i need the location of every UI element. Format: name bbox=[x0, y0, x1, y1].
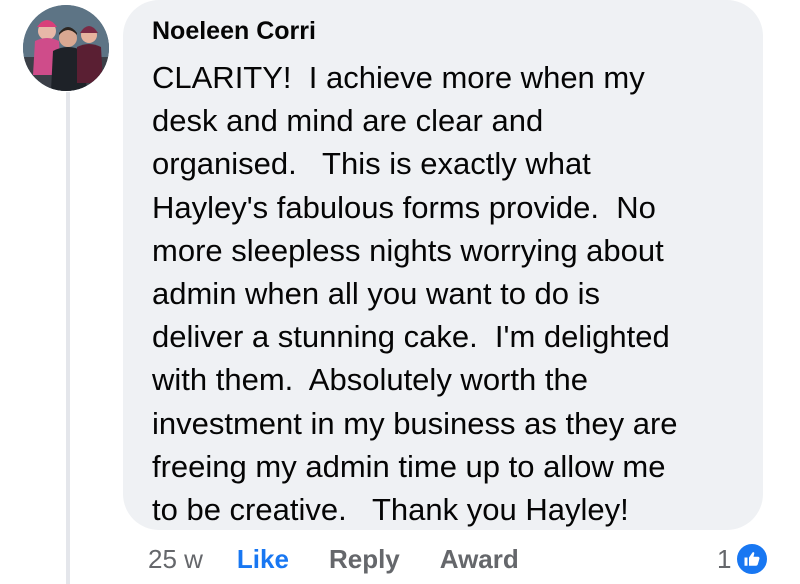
comment-line: CLARITY! I achieve more when my bbox=[152, 60, 645, 95]
thumbs-up-glyph bbox=[744, 552, 760, 566]
comment-line: investment in my business as they are bbox=[152, 405, 678, 441]
comment-line: organised. This is exactly what bbox=[152, 146, 591, 182]
reply-button[interactable]: Reply bbox=[329, 544, 400, 575]
comment-line: more sleepless nights worrying about bbox=[152, 232, 664, 268]
comment-line: deliver a stunning cake. I'm delighted bbox=[152, 319, 670, 355]
comment-text: CLARITY! I achieve more when my desk and… bbox=[152, 56, 752, 531]
comment-line: with them. Absolutely worth the bbox=[152, 362, 588, 398]
comment-actions: 25 w Like Reply Award bbox=[148, 541, 559, 577]
thumbs-up-icon bbox=[735, 542, 770, 576]
thread-line bbox=[66, 92, 70, 584]
like-button[interactable]: Like bbox=[237, 544, 289, 575]
comment-line: to be creative. Thank you Hayley! bbox=[152, 492, 629, 528]
comment-line: freeing my admin time up to allow me bbox=[152, 448, 666, 484]
reaction-summary[interactable]: 1 bbox=[717, 541, 770, 577]
avatar[interactable] bbox=[23, 5, 109, 91]
comment-author[interactable]: Noeleen Corri bbox=[152, 17, 316, 46]
comment-line: desk and mind are clear and bbox=[152, 103, 544, 139]
reaction-count: 1 bbox=[717, 543, 732, 574]
comment-age[interactable]: 25 w bbox=[148, 544, 203, 575]
comment-line: admin when all you want to do is bbox=[152, 276, 601, 312]
award-button[interactable]: Award bbox=[440, 544, 519, 575]
avatar-photo bbox=[23, 5, 109, 91]
comment-line: Hayley's fabulous forms provide. No bbox=[152, 189, 656, 225]
